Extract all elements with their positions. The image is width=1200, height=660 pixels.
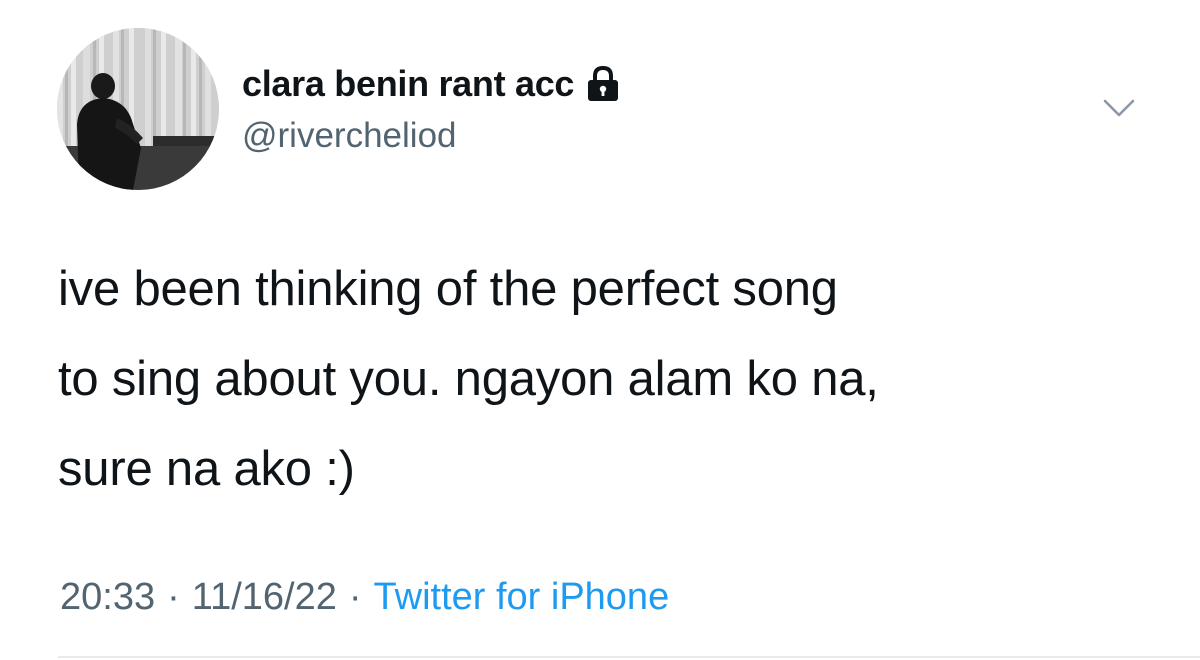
avatar[interactable]: [57, 28, 219, 190]
tweet-text-line: ive been thinking of the perfect song: [58, 262, 838, 316]
lock-icon: [586, 65, 620, 102]
tweet-time[interactable]: 20:33: [60, 576, 155, 619]
tweet-text: ive been thinking of the perfect song to…: [58, 244, 1158, 514]
tweet-meta: 20:33 · 11/16/22 · Twitter for iPhone: [60, 576, 669, 619]
divider: [58, 656, 1200, 658]
user-handle[interactable]: @rivercheliod: [242, 116, 457, 156]
author-name-row: clara benin rant acc: [242, 62, 620, 106]
tweet-text-line: to sing about you. ngayon alam ko na,: [58, 352, 879, 406]
avatar-photo: [57, 28, 219, 190]
display-name[interactable]: clara benin rant acc: [242, 63, 574, 105]
tweet-source-link[interactable]: Twitter for iPhone: [374, 576, 670, 619]
tweet-text-line: sure na ako :): [58, 442, 355, 496]
tweet-card: clara benin rant acc @rivercheliod ive b…: [0, 0, 1200, 660]
meta-separator: ·: [167, 576, 180, 618]
tweet-date[interactable]: 11/16/22: [192, 576, 337, 619]
meta-separator: ·: [348, 576, 362, 618]
chevron-down-icon[interactable]: [1102, 96, 1136, 120]
